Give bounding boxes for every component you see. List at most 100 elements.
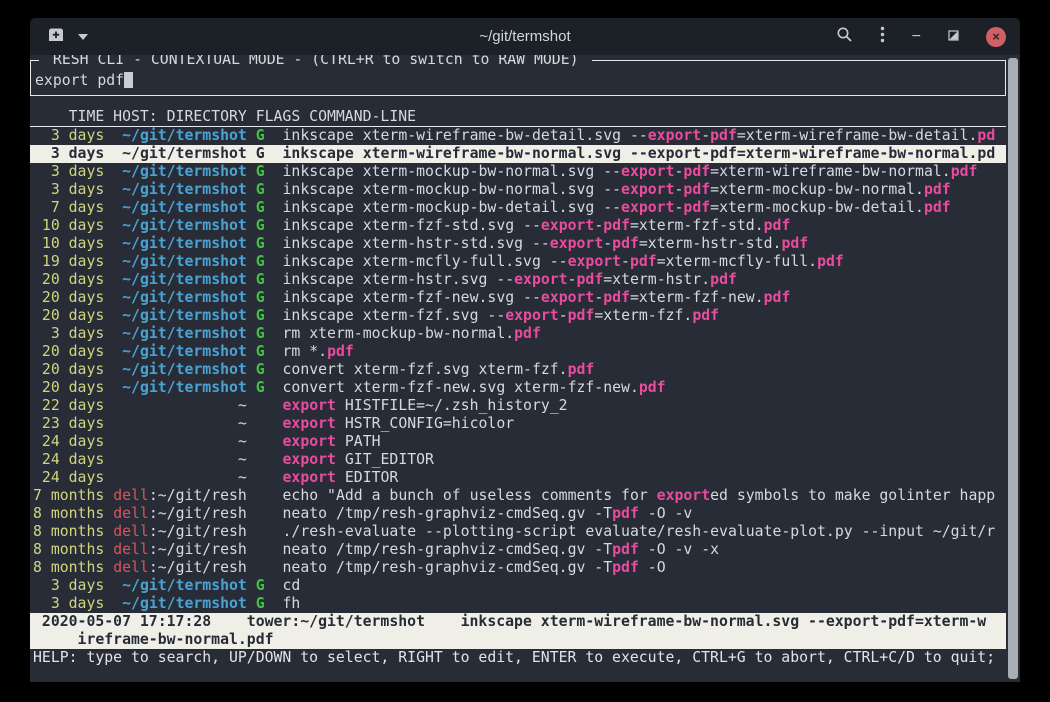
row-time: 3 days bbox=[33, 181, 104, 198]
row-time: 20 days bbox=[33, 379, 104, 396]
close-button[interactable]: × bbox=[986, 27, 1006, 47]
row-flags: G bbox=[256, 325, 265, 342]
row-flags: G bbox=[256, 127, 265, 144]
search-input[interactable]: export pdf bbox=[35, 72, 1001, 90]
row-command-segment: =xterm-wireframe-bw-detail. bbox=[737, 127, 978, 144]
row-host-directory: ~ bbox=[238, 451, 247, 468]
history-row[interactable]: 10 days ~/git/termshot G inkscape xterm-… bbox=[30, 235, 1006, 253]
history-row[interactable]: 23 days ~ export HSTR_CONFIG=hicolor bbox=[30, 415, 1006, 433]
row-command-segment: pdf bbox=[683, 181, 710, 198]
row-command-segment: inkscape xterm-mockup-bw-detail.svg -- bbox=[283, 199, 622, 216]
minimize-button[interactable]: − bbox=[912, 32, 921, 42]
row-command-segment: neato /tmp/resh-graphviz-cmdSeq.gv -T bbox=[283, 559, 613, 576]
row-time: 24 days bbox=[33, 451, 104, 468]
row-time: 3 days bbox=[33, 595, 104, 612]
history-row[interactable]: 3 days ~/git/termshot G cd bbox=[30, 577, 1006, 595]
row-host-directory: ~/git/termshot bbox=[122, 127, 247, 144]
history-row[interactable]: 3 days ~/git/termshot G inkscape xterm-w… bbox=[30, 145, 1006, 163]
history-row[interactable]: 24 days ~ export GIT_EDITOR bbox=[30, 451, 1006, 469]
history-row[interactable]: 8 months dell:~/git/resh neato /tmp/resh… bbox=[30, 505, 1006, 523]
history-row[interactable]: 24 days ~ export EDITOR bbox=[30, 469, 1006, 487]
titlebar[interactable]: ~/git/termshot bbox=[30, 18, 1020, 55]
history-row[interactable]: 7 days ~/git/termshot G inkscape xterm-m… bbox=[30, 199, 1006, 217]
history-row[interactable]: 8 months dell:~/git/resh ./resh-evaluate… bbox=[30, 523, 1006, 541]
history-row[interactable]: 20 days ~/git/termshot G inkscape xterm-… bbox=[30, 289, 1006, 307]
row-command-segment: export bbox=[621, 181, 674, 198]
row-time: 10 days bbox=[33, 235, 104, 252]
search-button[interactable] bbox=[836, 26, 853, 48]
row-host-directory: :~/git/resh bbox=[149, 541, 247, 558]
row-host-directory: :~/git/resh bbox=[149, 505, 247, 522]
history-row[interactable]: 3 days ~/git/termshot G rm xterm-mockup-… bbox=[30, 325, 1006, 343]
row-command-segment: pd bbox=[977, 145, 995, 162]
row-command-segment: - bbox=[621, 253, 630, 270]
row-time: 20 days bbox=[33, 361, 104, 378]
row-host-directory: dell bbox=[113, 523, 149, 540]
row-command-segment: pdf bbox=[764, 289, 791, 306]
row-command-segment: =xterm-fzf-new. bbox=[630, 289, 764, 306]
row-time: 20 days bbox=[33, 343, 104, 360]
history-row[interactable]: 3 days ~/git/termshot G fh bbox=[30, 595, 1006, 613]
row-host-directory: :~/git/resh bbox=[149, 523, 247, 540]
row-command-segment: - bbox=[568, 271, 577, 288]
row-command-segment: pdf bbox=[683, 163, 710, 180]
row-host-directory: ~ bbox=[238, 397, 247, 414]
row-time: 10 days bbox=[33, 217, 104, 234]
history-row[interactable]: 20 days ~/git/termshot G rm *.pdf bbox=[30, 343, 1006, 361]
row-flags bbox=[256, 397, 265, 414]
row-time: 22 days bbox=[33, 397, 104, 414]
row-command-segment: pdf bbox=[612, 541, 639, 558]
history-row[interactable]: 7 months dell:~/git/resh echo "Add a bun… bbox=[30, 487, 1006, 505]
row-command-segment: inkscape xterm-hstr.svg -- bbox=[283, 271, 515, 288]
row-flags: G bbox=[256, 343, 265, 360]
scrollbar-thumb[interactable] bbox=[1008, 58, 1018, 679]
row-command-segment: pdf bbox=[781, 235, 808, 252]
row-command-segment: -O bbox=[639, 559, 666, 576]
row-flags: G bbox=[256, 307, 265, 324]
history-row[interactable]: 3 days ~/git/termshot G inkscape xterm-m… bbox=[30, 163, 1006, 181]
search-query-text: export pdf bbox=[35, 72, 124, 89]
history-row[interactable]: 24 days ~ export PATH bbox=[30, 433, 1006, 451]
history-row[interactable]: 3 days ~/git/termshot G inkscape xterm-w… bbox=[30, 127, 1006, 145]
history-row[interactable]: 8 months dell:~/git/resh neato /tmp/resh… bbox=[30, 541, 1006, 559]
row-command-segment: export bbox=[550, 235, 603, 252]
history-row[interactable]: 19 days ~/git/termshot G inkscape xterm-… bbox=[30, 253, 1006, 271]
row-command-segment: pdf bbox=[639, 379, 666, 396]
row-command-segment: - bbox=[594, 217, 603, 234]
history-row[interactable]: 10 days ~/git/termshot G inkscape xterm-… bbox=[30, 217, 1006, 235]
tab-list-dropdown-button[interactable] bbox=[78, 34, 88, 40]
row-host-directory: ~/git/termshot bbox=[122, 325, 247, 342]
row-command-segment: pdf bbox=[603, 217, 630, 234]
history-row[interactable]: 8 months dell:~/git/resh neato /tmp/resh… bbox=[30, 559, 1006, 577]
history-list: 3 days ~/git/termshot G inkscape xterm-w… bbox=[30, 127, 1006, 613]
status-line-1: 2020-05-07 17:17:28 tower:~/git/termshot… bbox=[30, 613, 1006, 631]
history-row[interactable]: 3 days ~/git/termshot G inkscape xterm-m… bbox=[30, 181, 1006, 199]
history-row[interactable]: 20 days ~/git/termshot G inkscape xterm-… bbox=[30, 307, 1006, 325]
row-time: 3 days bbox=[33, 163, 104, 180]
row-command-segment: pdf bbox=[924, 181, 951, 198]
new-tab-button[interactable] bbox=[46, 26, 66, 47]
row-command-segment: export bbox=[621, 199, 674, 216]
row-command-segment: inkscape xterm-hstr-std.svg -- bbox=[283, 235, 550, 252]
row-command-segment: pdf bbox=[692, 307, 719, 324]
row-host-directory: ~/git/termshot bbox=[122, 289, 247, 306]
restore-button[interactable] bbox=[948, 28, 959, 46]
scrollbar[interactable] bbox=[1006, 55, 1020, 682]
row-flags bbox=[256, 415, 265, 432]
history-row[interactable]: 20 days ~/git/termshot G convert xterm-f… bbox=[30, 379, 1006, 397]
row-command-segment: inkscape xterm-fzf.svg -- bbox=[283, 307, 506, 324]
minimize-icon: − bbox=[912, 32, 921, 42]
row-command-segment: export bbox=[514, 271, 567, 288]
row-command-segment: pdf bbox=[612, 559, 639, 576]
close-icon: × bbox=[992, 30, 1000, 43]
history-row[interactable]: 20 days ~/git/termshot G inkscape xterm-… bbox=[30, 271, 1006, 289]
row-command-segment: inkscape xterm-fzf-new.svg -- bbox=[283, 289, 541, 306]
history-row[interactable]: 20 days ~/git/termshot G convert xterm-f… bbox=[30, 361, 1006, 379]
row-host-directory: ~/git/termshot bbox=[122, 379, 247, 396]
row-host-directory: ~/git/termshot bbox=[122, 307, 247, 324]
row-host-directory: ~/git/termshot bbox=[122, 145, 247, 162]
history-row[interactable]: 22 days ~ export HISTFILE=~/.zsh_history… bbox=[30, 397, 1006, 415]
menu-button[interactable] bbox=[880, 26, 885, 48]
row-command-segment: =xterm-fzf. bbox=[594, 307, 692, 324]
row-command-segment: export bbox=[541, 289, 594, 306]
